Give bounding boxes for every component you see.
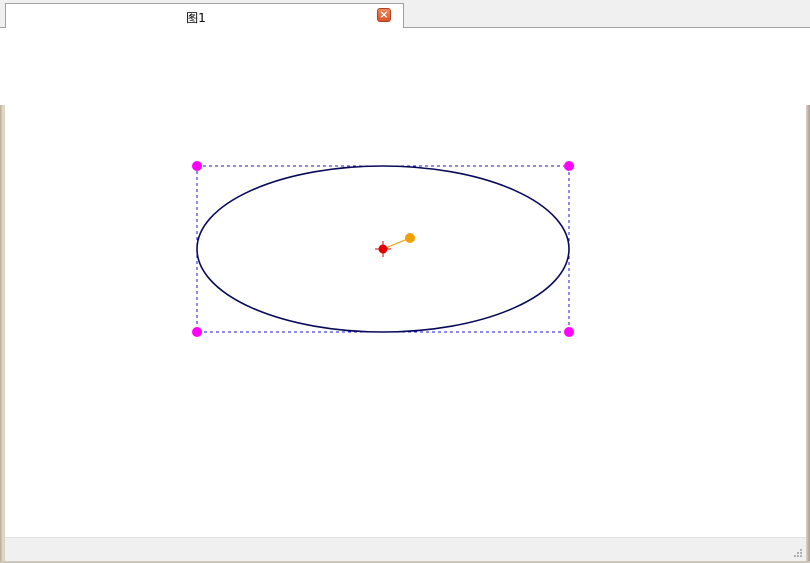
tab-strip: 图1 × <box>0 0 810 28</box>
rotation-handle[interactable] <box>405 233 415 243</box>
resize-handle-top-left[interactable] <box>192 161 202 171</box>
status-bar <box>5 537 806 561</box>
tab-label: 图1 <box>186 11 206 25</box>
center-marker[interactable] <box>375 241 391 257</box>
drawing-canvas[interactable] <box>5 28 806 537</box>
drawing-svg[interactable] <box>5 28 806 537</box>
resize-grip-icon[interactable] <box>793 548 803 558</box>
resize-handle-bottom-left[interactable] <box>192 327 202 337</box>
tab-figure-1[interactable]: 图1 × <box>5 3 404 28</box>
resize-handle-top-right[interactable] <box>564 161 574 171</box>
window-frame-right <box>806 105 810 563</box>
resize-handle-bottom-right[interactable] <box>564 327 574 337</box>
close-icon[interactable]: × <box>377 8 391 22</box>
